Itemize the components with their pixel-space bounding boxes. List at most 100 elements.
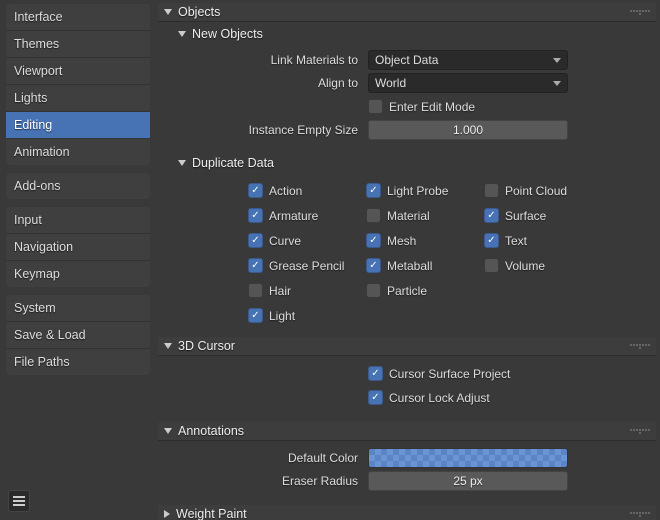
duplicate-data-item: Text bbox=[484, 233, 594, 248]
duplicate-light-probe-checkbox[interactable] bbox=[366, 183, 381, 198]
default-color-swatch[interactable] bbox=[368, 448, 568, 468]
link-materials-select[interactable]: Object Data bbox=[368, 50, 568, 70]
new-objects-body: Link Materials to Object Data Align to W… bbox=[158, 43, 656, 151]
caret-down-icon bbox=[178, 31, 186, 37]
cursor-surface-project-label: Cursor Surface Project bbox=[389, 367, 510, 381]
section-annotations[interactable]: Annotations bbox=[158, 422, 656, 441]
duplicate-text-checkbox[interactable] bbox=[484, 233, 499, 248]
duplicate-surface-checkbox[interactable] bbox=[484, 208, 499, 223]
section-objects[interactable]: Objects bbox=[158, 3, 656, 22]
section-3d-cursor[interactable]: 3D Cursor bbox=[158, 337, 656, 356]
caret-down-icon bbox=[164, 9, 172, 15]
instance-empty-size-value: 1.000 bbox=[453, 123, 483, 137]
sidebar-item-save-load[interactable]: Save & Load bbox=[6, 322, 150, 349]
sidebar-group: InterfaceThemesViewportLightsEditingAnim… bbox=[6, 4, 150, 165]
cursor-lock-adjust-label: Cursor Lock Adjust bbox=[389, 391, 490, 405]
drag-grip-icon[interactable] bbox=[630, 342, 650, 350]
sidebar-item-keymap[interactable]: Keymap bbox=[6, 261, 150, 287]
sidebar-item-input[interactable]: Input bbox=[6, 207, 150, 234]
sidebar-item-file-paths[interactable]: File Paths bbox=[6, 349, 150, 375]
sidebar-item-system[interactable]: System bbox=[6, 295, 150, 322]
duplicate-grease-pencil-checkbox[interactable] bbox=[248, 258, 263, 273]
duplicate-material-label: Material bbox=[387, 209, 430, 223]
duplicate-mesh-checkbox[interactable] bbox=[366, 233, 381, 248]
duplicate-point-cloud-label: Point Cloud bbox=[505, 184, 567, 198]
caret-down-icon bbox=[164, 343, 172, 349]
sidebar-item-interface[interactable]: Interface bbox=[6, 4, 150, 31]
preferences-main: Objects New Objects Link Materials to Ob… bbox=[156, 0, 660, 520]
duplicate-curve-label: Curve bbox=[269, 234, 301, 248]
eraser-radius-value: 25 px bbox=[453, 474, 482, 488]
duplicate-data-item: Point Cloud bbox=[484, 183, 594, 198]
cursor-surface-project-checkbox[interactable] bbox=[368, 366, 383, 381]
duplicate-action-checkbox[interactable] bbox=[248, 183, 263, 198]
duplicate-volume-checkbox[interactable] bbox=[484, 258, 499, 273]
duplicate-surface-label: Surface bbox=[505, 209, 546, 223]
duplicate-metaball-label: Metaball bbox=[387, 259, 432, 273]
drag-grip-icon[interactable] bbox=[630, 427, 650, 435]
duplicate-light-checkbox[interactable] bbox=[248, 308, 263, 323]
duplicate-light-label: Light bbox=[269, 309, 295, 323]
duplicate-data-item bbox=[484, 283, 594, 298]
subsection-new-objects-title: New Objects bbox=[192, 27, 263, 41]
caret-right-icon bbox=[164, 510, 170, 518]
sidebar-item-animation[interactable]: Animation bbox=[6, 139, 150, 165]
section-weight-paint[interactable]: Weight Paint bbox=[158, 505, 656, 520]
duplicate-point-cloud-checkbox[interactable] bbox=[484, 183, 499, 198]
sidebar-group: InputNavigationKeymap bbox=[6, 207, 150, 287]
annotations-body: Default Color Eraser Radius 25 px bbox=[158, 441, 656, 502]
duplicate-data-item: Light bbox=[248, 308, 358, 323]
section-objects-title: Objects bbox=[178, 5, 220, 19]
duplicate-text-label: Text bbox=[505, 234, 527, 248]
duplicate-data-item: Volume bbox=[484, 258, 594, 273]
duplicate-data-item: Curve bbox=[248, 233, 358, 248]
duplicate-particle-checkbox[interactable] bbox=[366, 283, 381, 298]
duplicate-armature-checkbox[interactable] bbox=[248, 208, 263, 223]
caret-down-icon bbox=[178, 160, 186, 166]
duplicate-data-item: Metaball bbox=[366, 258, 476, 273]
instance-empty-size-label: Instance Empty Size bbox=[168, 123, 368, 137]
duplicate-metaball-checkbox[interactable] bbox=[366, 258, 381, 273]
duplicate-armature-label: Armature bbox=[269, 209, 318, 223]
duplicate-hair-label: Hair bbox=[269, 284, 291, 298]
duplicate-data-body: Action Light Probe Point Cloud Armature Mate… bbox=[158, 172, 656, 334]
hamburger-icon bbox=[13, 500, 25, 502]
subsection-duplicate-data[interactable]: Duplicate Data bbox=[158, 154, 656, 172]
drag-grip-icon[interactable] bbox=[630, 8, 650, 16]
duplicate-action-label: Action bbox=[269, 184, 302, 198]
section-weight-paint-title: Weight Paint bbox=[176, 507, 247, 520]
align-to-value: World bbox=[375, 76, 406, 90]
sidebar-group: Add-ons bbox=[6, 173, 150, 199]
duplicate-light-probe-label: Light Probe bbox=[387, 184, 448, 198]
duplicate-data-item: Particle bbox=[366, 283, 476, 298]
duplicate-curve-checkbox[interactable] bbox=[248, 233, 263, 248]
duplicate-data-item: Grease Pencil bbox=[248, 258, 358, 273]
sidebar-item-lights[interactable]: Lights bbox=[6, 85, 150, 112]
sidebar-item-viewport[interactable]: Viewport bbox=[6, 58, 150, 85]
sidebar-group: SystemSave & LoadFile Paths bbox=[6, 295, 150, 375]
cursor3d-body: Cursor Surface Project Cursor Lock Adjus… bbox=[158, 356, 656, 419]
hamburger-menu-button[interactable] bbox=[8, 490, 30, 512]
align-to-label: Align to bbox=[168, 76, 368, 90]
eraser-radius-field[interactable]: 25 px bbox=[368, 471, 568, 491]
section-3d-cursor-title: 3D Cursor bbox=[178, 339, 235, 353]
drag-grip-icon[interactable] bbox=[630, 510, 650, 518]
enter-edit-mode-checkbox[interactable] bbox=[368, 99, 383, 114]
duplicate-volume-label: Volume bbox=[505, 259, 545, 273]
sidebar-item-themes[interactable]: Themes bbox=[6, 31, 150, 58]
enter-edit-mode-label: Enter Edit Mode bbox=[389, 100, 475, 114]
instance-empty-size-field[interactable]: 1.000 bbox=[368, 120, 568, 140]
link-materials-value: Object Data bbox=[375, 53, 438, 67]
sidebar-item-add-ons[interactable]: Add-ons bbox=[6, 173, 150, 199]
duplicate-hair-checkbox[interactable] bbox=[248, 283, 263, 298]
section-annotations-title: Annotations bbox=[178, 424, 244, 438]
duplicate-data-item: Material bbox=[366, 208, 476, 223]
cursor-lock-adjust-checkbox[interactable] bbox=[368, 390, 383, 405]
duplicate-material-checkbox[interactable] bbox=[366, 208, 381, 223]
sidebar-item-editing[interactable]: Editing bbox=[6, 112, 150, 139]
subsection-new-objects[interactable]: New Objects bbox=[158, 25, 656, 43]
default-color-label: Default Color bbox=[168, 451, 368, 465]
align-to-select[interactable]: World bbox=[368, 73, 568, 93]
sidebar-item-navigation[interactable]: Navigation bbox=[6, 234, 150, 261]
duplicate-grease-pencil-label: Grease Pencil bbox=[269, 259, 344, 273]
